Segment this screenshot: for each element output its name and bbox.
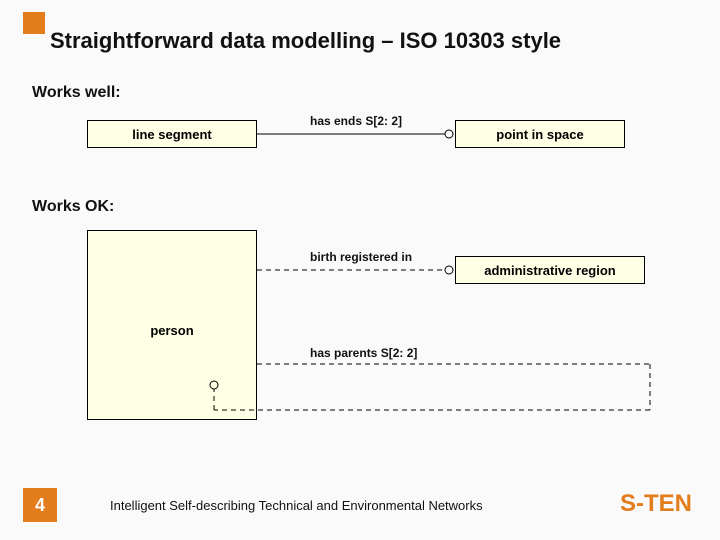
page-number-block: 4 — [23, 488, 57, 522]
relation-has-parents-label: has parents S[2: 2] — [310, 346, 417, 360]
entity-line-segment: line segment — [87, 120, 257, 148]
page-title: Straightforward data modelling – ISO 103… — [50, 28, 561, 54]
title-accent-block — [23, 12, 45, 34]
entity-administrative-region: administrative region — [455, 256, 645, 284]
entity-line-segment-label: line segment — [132, 127, 211, 142]
page-number: 4 — [35, 495, 45, 516]
footer-tagline: Intelligent Self-describing Technical an… — [110, 498, 483, 513]
entity-person-label: person — [150, 323, 193, 338]
connector-has-ends — [257, 128, 455, 142]
relation-birth-registered-in-label: birth registered in — [310, 250, 412, 264]
entity-person: person — [87, 230, 257, 420]
entity-administrative-region-label: administrative region — [484, 263, 615, 278]
section-works-ok-label: Works OK: — [32, 198, 114, 216]
relation-has-ends-label: has ends S[2: 2] — [310, 114, 402, 128]
entity-point-in-space: point in space — [455, 120, 625, 148]
connector-has-parents — [200, 360, 660, 430]
entity-point-in-space-label: point in space — [496, 127, 583, 142]
connector-birth-registered-in — [257, 264, 455, 278]
brand-logo-text: S-TEN — [620, 490, 692, 518]
section-works-well-label: Works well: — [32, 84, 121, 102]
